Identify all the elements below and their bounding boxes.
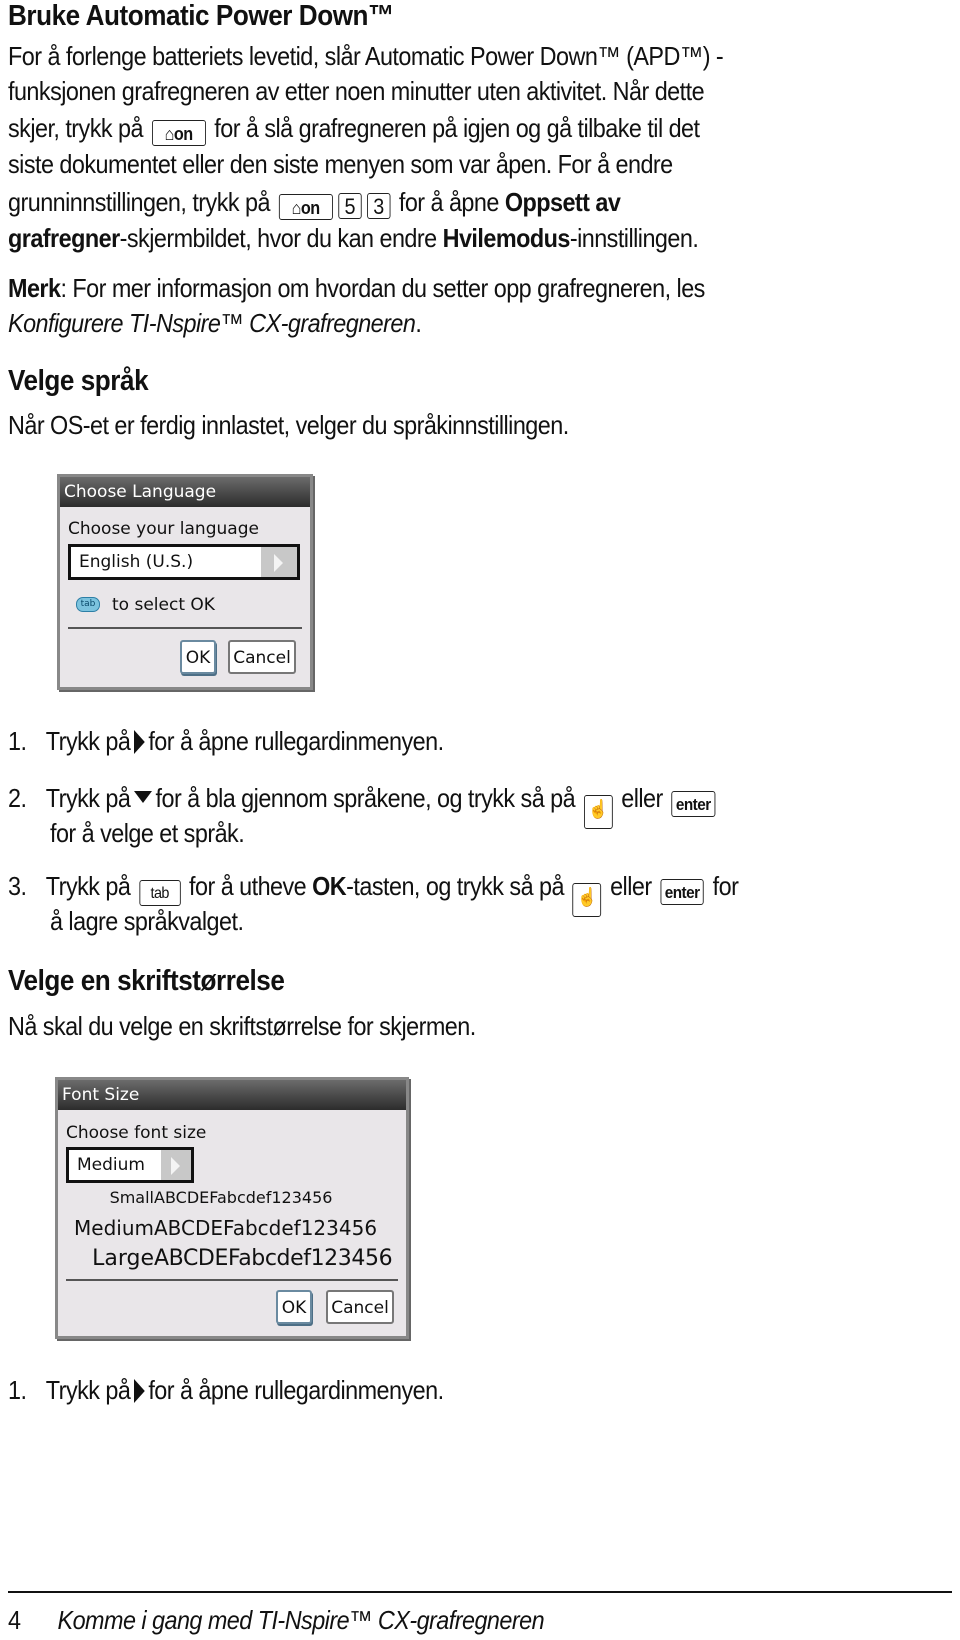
right-arrow-icon [133, 1379, 145, 1403]
language-intro: Når OS-et er ferdig innlastet, velger du… [8, 410, 569, 440]
bold-term: grafregner [8, 223, 120, 253]
note-line-2: Konfigurere TI-Nspire™ CX-grafregneren. [8, 305, 422, 342]
footer-rule [8, 1591, 952, 1593]
home-on-key: ⌂on [151, 120, 206, 146]
lang-step-2-line-2: for å velge et språk. [50, 818, 245, 848]
apd-line-5: grunninnstillingen, trykk på ⌂on 5 3 for å… [8, 184, 621, 221]
heading-language: Velge språk [8, 365, 149, 397]
sample-text-large: ABCDEFabcdef123456 [154, 1246, 393, 1271]
bold-term: Oppsett av [504, 187, 621, 217]
dialog-title: Choose Language [60, 477, 310, 507]
font-intro: Nå skal du velge en skriftstørrelse for … [8, 1011, 476, 1041]
sample-label-large: Large [92, 1246, 154, 1271]
click-key-icon: ☝ [572, 883, 602, 917]
cancel-button[interactable]: Cancel [326, 1290, 394, 1324]
key-5: 5 [338, 193, 362, 219]
text: -skjermbildet, hvor du kan endre [119, 223, 438, 253]
home-on-key: ⌂on [278, 194, 333, 220]
text: for å utheve [189, 871, 307, 901]
key-label: on [173, 124, 193, 144]
enter-key: enter [660, 879, 704, 905]
dropdown-arrow-button[interactable] [261, 547, 297, 577]
chevron-right-icon [171, 1157, 180, 1175]
hint-text: to select OK [112, 595, 215, 615]
text: Trykk på [45, 726, 131, 756]
click-key-icon: ☝ [583, 795, 613, 829]
footer: 4 Komme i gang med TI-Nspire™ CX-grafregn… [8, 1602, 545, 1639]
text: skjer, trykk på [8, 113, 143, 143]
ok-button[interactable]: OK [180, 640, 216, 674]
text: Trykk på [45, 783, 131, 813]
note-line-1: Merk: For mer informasjon om hvordan du … [8, 270, 705, 307]
ok-button[interactable]: OK [276, 1290, 312, 1324]
lang-step-1: 1. Trykk på for å åpne rullegardinmenyen. [8, 723, 444, 760]
key-label: on [300, 198, 320, 218]
apd-line-3: skjer, trykk på ⌂on for å slå grafregner… [8, 110, 700, 147]
text: . [415, 308, 422, 338]
sample-text-medium: ABCDEFabcdef123456 [154, 1216, 378, 1240]
dialog-divider [68, 627, 302, 629]
down-arrow-icon [133, 791, 152, 803]
apd-line-4: siste dokumentet eller den siste menyen … [8, 149, 673, 179]
choose-language-dialog: Choose Language Choose your language Eng… [57, 474, 313, 690]
text: eller [621, 783, 663, 813]
tab-key-icon: tab [76, 597, 100, 612]
heading-apd: Bruke Automatic Power Down™ [8, 0, 394, 32]
step-number: 3. [8, 871, 27, 901]
step-number: 1. [8, 726, 27, 756]
heading-font-size: Velge en skriftstørrelse [8, 965, 285, 997]
text: for å slå grafregneren på igjen og gå ti… [214, 113, 700, 143]
sample-label-medium: Medium [74, 1216, 154, 1240]
page-number: 4 [8, 1605, 21, 1635]
apd-line-1: For å forlenge batteriets levetid, slår … [8, 41, 724, 71]
text: for å åpne [398, 187, 500, 217]
text: eller [610, 871, 652, 901]
apd-line-6: grafregner-skjermbildet, hvor du kan end… [8, 220, 699, 257]
dropdown-value: Medium [77, 1155, 145, 1175]
text: for å åpne rullegardinmenyen. [148, 1375, 444, 1405]
lang-step-3-line-2: å lagre språkvalget. [50, 906, 244, 936]
text: Trykk på [45, 871, 131, 901]
cancel-button[interactable]: Cancel [228, 640, 296, 674]
font-step-1: 1. Trykk på for å åpne rullegardinmenyen. [8, 1372, 444, 1409]
bold-term: OK [312, 871, 347, 901]
chevron-right-icon [274, 554, 283, 572]
dialog-label: Choose font size [66, 1123, 207, 1143]
font-size-dialog: Font Size Choose font size Medium Small … [55, 1077, 409, 1339]
dialog-divider [66, 1279, 398, 1281]
sample-label-small: Small [109, 1188, 154, 1207]
dropdown-value: English (U.S.) [79, 552, 194, 572]
language-dropdown[interactable]: English (U.S.) [68, 544, 300, 580]
step-number: 1. [8, 1375, 27, 1405]
text: for å åpne rullegardinmenyen. [148, 726, 444, 756]
dropdown-arrow-button[interactable] [161, 1150, 191, 1180]
font-size-dropdown[interactable]: Medium [66, 1147, 194, 1183]
dialog-title: Font Size [58, 1080, 406, 1110]
text: grunninnstillingen, trykk på [8, 187, 270, 217]
text: for å bla gjennom språkene, og trykk så … [155, 783, 576, 813]
enter-key: enter [671, 791, 716, 817]
key-3: 3 [366, 193, 391, 219]
right-arrow-icon [133, 730, 145, 754]
note-text: : For mer informasjon om hvordan du sett… [60, 273, 705, 303]
footer-title: Komme i gang med TI-Nspire™ CX-grafregne… [57, 1605, 545, 1635]
step-number: 2. [8, 783, 27, 813]
sample-text-small: ABCDEFabcdef123456 [154, 1188, 333, 1207]
note-label: Merk [8, 273, 61, 303]
home-icon: ⌂ [164, 124, 175, 144]
home-icon: ⌂ [291, 198, 302, 218]
note-link[interactable]: Konfigurere TI-Nspire™ CX-grafregneren [8, 308, 416, 338]
apd-line-2: funksjonen grafregneren av etter noen mi… [8, 76, 705, 106]
text: for [712, 871, 739, 901]
document-page: Bruke Automatic Power Down™ For å forlen… [0, 0, 960, 1640]
dialog-label: Choose your language [68, 519, 259, 539]
text: -tasten, og trykk så på [346, 871, 564, 901]
text: Trykk på [45, 1375, 131, 1405]
bold-term: Hvilemodus [442, 223, 571, 253]
text: -innstillingen. [569, 223, 699, 253]
